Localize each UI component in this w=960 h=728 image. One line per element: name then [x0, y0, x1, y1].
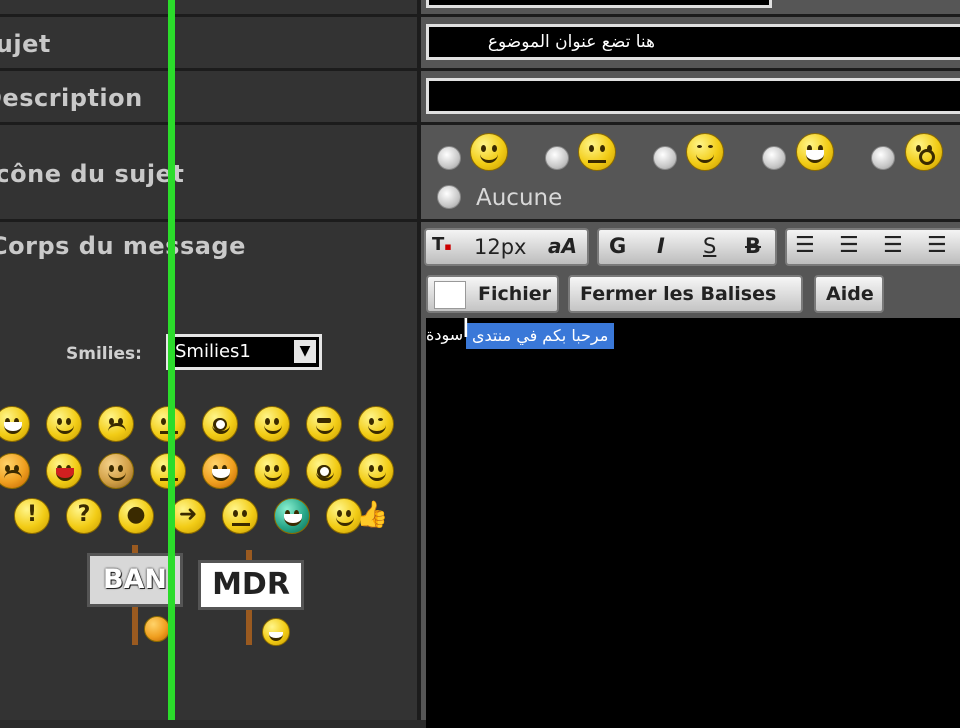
description-label: Description	[0, 84, 143, 112]
align-right-icon[interactable]: ☰	[883, 233, 903, 258]
smiley-pleased[interactable]	[358, 453, 394, 489]
text-cursor-icon: I	[462, 314, 470, 344]
file-button-label: Fichier	[478, 283, 552, 305]
subject-input-value: هنا تضع عنوان الموضوع	[487, 32, 655, 52]
font-toolbox: T▪ 12px aA	[424, 228, 589, 266]
file-button[interactable]: Fichier	[426, 275, 559, 313]
text-color-icon[interactable]: T▪	[432, 234, 452, 255]
icon-none-label: Aucune	[476, 185, 563, 211]
message-body-label: Corps du message	[0, 232, 246, 260]
column-divider	[417, 0, 421, 720]
underline-button[interactable]: S	[703, 234, 716, 258]
smilies-select-value: Smilies1	[175, 341, 251, 362]
smiley-furious[interactable]	[202, 453, 238, 489]
exclamation-icon[interactable]: !	[14, 498, 50, 534]
smiley-embarrassed[interactable]	[98, 453, 134, 489]
icon-radio-none[interactable]	[437, 185, 461, 209]
smilies-label: Smilies:	[66, 344, 142, 364]
topic-icon-label: Icône du sujet	[0, 160, 185, 188]
thumbs-up-icon: 👍	[356, 500, 389, 530]
icon-sleepy	[686, 133, 724, 171]
smiley-tongue[interactable]	[46, 453, 82, 489]
icon-radio-1[interactable]	[437, 146, 461, 170]
icon-smile	[470, 133, 508, 171]
smiley-shocked[interactable]	[202, 406, 238, 442]
mdr-smiley-icon	[262, 618, 290, 646]
message-editor[interactable]: سودة مرحبا بكم في منتدى I	[426, 314, 960, 728]
icon-radio-4[interactable]	[762, 146, 786, 170]
icon-radio-3[interactable]	[653, 146, 677, 170]
strike-button[interactable]: B	[745, 234, 761, 258]
file-icon	[434, 281, 466, 309]
ban-smiley-icon	[144, 616, 170, 642]
row-divider	[0, 219, 960, 222]
description-input[interactable]	[426, 78, 960, 114]
align-toolbox: ☰ ☰ ☰ ☰	[785, 228, 960, 266]
smiley-wink[interactable]	[358, 406, 394, 442]
username-field[interactable]	[426, 0, 772, 8]
align-center-icon[interactable]: ☰	[839, 233, 859, 258]
subject-input[interactable]: هنا تضع عنوان الموضوع	[426, 24, 960, 60]
bold-button[interactable]: G	[609, 234, 626, 258]
icon-surprised	[905, 133, 943, 171]
editor-text: سودة	[426, 325, 464, 344]
smiley-cool[interactable]	[306, 406, 342, 442]
smiley-teeth[interactable]	[274, 498, 310, 534]
smiley-smile[interactable]	[254, 406, 290, 442]
icon-smirk	[578, 133, 616, 171]
smiley-happy[interactable]	[46, 406, 82, 442]
smiley-rolleyes[interactable]	[306, 453, 342, 489]
green-guide-line	[168, 0, 175, 720]
font-size-button[interactable]: 12px	[474, 235, 526, 259]
chevron-down-icon[interactable]: ▼	[294, 340, 316, 363]
smiley-sad[interactable]	[98, 406, 134, 442]
align-left-icon[interactable]: ☰	[795, 233, 815, 258]
smiley-neutral[interactable]	[222, 498, 258, 534]
font-face-button[interactable]: aA	[548, 234, 577, 258]
align-justify-icon[interactable]: ☰	[927, 233, 947, 258]
idea-icon[interactable]: ●	[118, 498, 154, 534]
question-icon[interactable]: ?	[66, 498, 102, 534]
icon-radio-2[interactable]	[545, 146, 569, 170]
mdr-sign[interactable]: MDR	[198, 560, 304, 610]
subject-label: Sujet	[0, 30, 51, 58]
arrow-icon[interactable]: ➜	[170, 498, 206, 534]
editor-selection: مرحبا بكم في منتدى	[466, 323, 615, 349]
italic-button[interactable]: I	[657, 234, 665, 258]
style-toolbox: G I S B	[597, 228, 777, 266]
close-tags-button[interactable]: Fermer les Balises	[568, 275, 803, 313]
row-divider	[0, 14, 960, 17]
help-button[interactable]: Aide	[814, 275, 884, 313]
smilies-select[interactable]: Smilies1 ▼	[166, 334, 322, 370]
icon-grin	[796, 133, 834, 171]
row-divider	[0, 68, 960, 71]
icon-radio-5[interactable]	[871, 146, 895, 170]
smiley-devil[interactable]	[254, 453, 290, 489]
row-divider	[0, 122, 960, 125]
